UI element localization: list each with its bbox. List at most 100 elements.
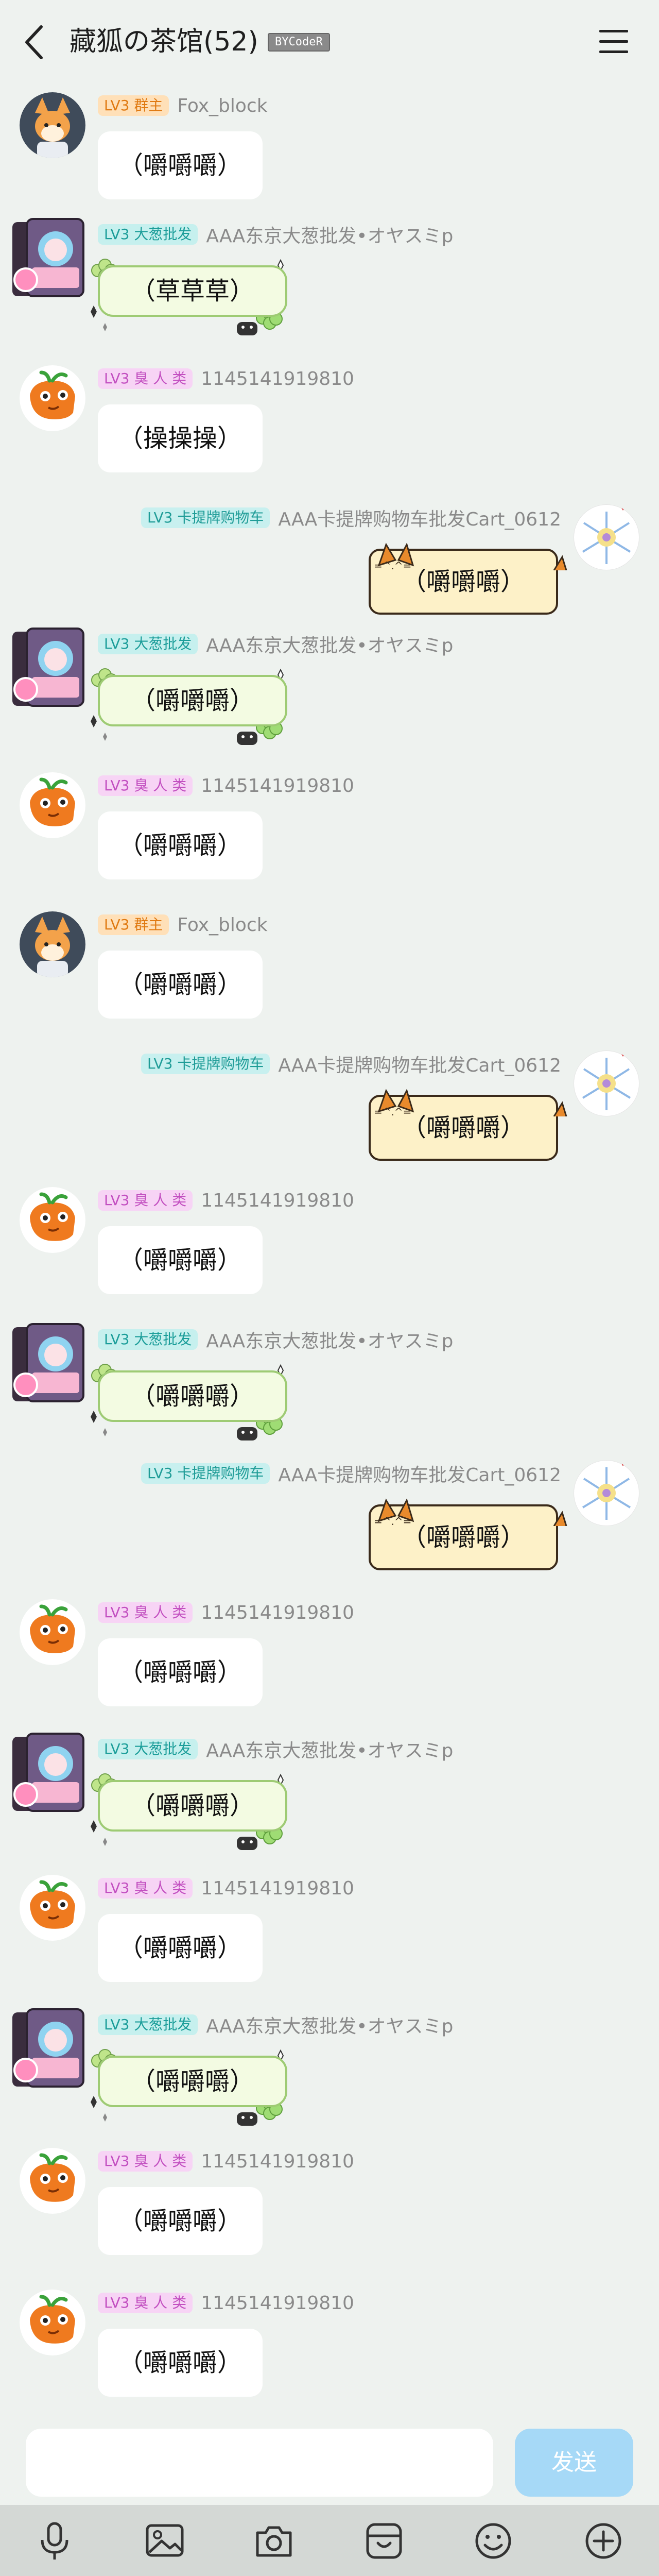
sender-meta: LV3 臭 人 类 1145141919810 — [98, 1600, 354, 1625]
level-badge: LV3 卡提牌购物车 — [141, 507, 270, 528]
level-badge: LV3 臭 人 类 — [98, 368, 193, 389]
avatar[interactable] — [574, 1460, 639, 1526]
title-badge: BYCodeR — [268, 33, 330, 52]
sender-meta: LV3 大葱批发 AAA东京大葱批发•オヤスミp — [98, 222, 453, 247]
sender-meta: LV3 臭 人 类 1145141919810 — [98, 366, 354, 391]
svg-text:=^.^=: =^.^= — [374, 1106, 411, 1116]
sender-meta: LV3 臭 人 类 1145141919810 — [98, 773, 354, 798]
sender-name[interactable]: AAA卡提牌购物车批发Cart_0612 — [278, 1050, 561, 1077]
avatar[interactable] — [20, 772, 85, 838]
menu-icon[interactable] — [597, 27, 630, 56]
level-badge: LV3 臭 人 类 — [98, 775, 193, 796]
svg-text:=^.^=: =^.^= — [374, 1515, 411, 1526]
sender-name[interactable]: AAA卡提牌购物车批发Cart_0612 — [278, 504, 561, 531]
message-input[interactable] — [26, 2429, 493, 2497]
sender-name[interactable]: 1145141919810 — [201, 1602, 354, 1623]
emoji-icon[interactable] — [473, 2520, 514, 2562]
avatar[interactable] — [20, 1599, 85, 1665]
send-button[interactable]: 发送 — [515, 2429, 633, 2497]
level-badge: LV3 群主 — [98, 914, 169, 935]
sender-name[interactable]: 1145141919810 — [201, 368, 354, 389]
avatar[interactable] — [20, 1187, 85, 1253]
avatar[interactable] — [574, 504, 639, 570]
message-bubble[interactable]: （嚼嚼嚼） — [98, 2329, 263, 2397]
message-bubble[interactable]: （嚼嚼嚼） — [98, 2056, 288, 2107]
sender-name[interactable]: 1145141919810 — [201, 1190, 354, 1211]
level-badge: LV3 臭 人 类 — [98, 2293, 193, 2313]
sender-name[interactable]: Fox_block — [177, 95, 267, 116]
message-bubble[interactable]: （嚼嚼嚼） — [98, 1370, 288, 1422]
image-icon[interactable] — [144, 2520, 185, 2562]
sender-meta: LV3 卡提牌购物车 AAA卡提牌购物车批发Cart_0612 — [141, 1052, 561, 1076]
sender-meta: LV3 臭 人 类 1145141919810 — [98, 2149, 354, 2174]
message-bubble[interactable]: （嚼嚼嚼） — [98, 1638, 263, 1706]
sender-meta: LV3 卡提牌购物车 AAA卡提牌购物车批发Cart_0612 — [141, 1461, 561, 1486]
camera-icon[interactable] — [253, 2520, 294, 2562]
bottom-toolbar — [0, 2505, 659, 2576]
level-badge: LV3 大葱批发 — [98, 634, 198, 654]
avatar[interactable] — [20, 911, 85, 977]
message-bubble[interactable]: （嚼嚼嚼） — [98, 811, 263, 879]
level-badge: LV3 卡提牌购物车 — [141, 1054, 270, 1074]
level-badge: LV3 臭 人 类 — [98, 1878, 193, 1899]
level-badge: LV3 大葱批发 — [98, 2014, 198, 2035]
sender-meta: LV3 臭 人 类 1145141919810 — [98, 1188, 354, 1213]
send-button-label: 发送 — [551, 2449, 597, 2476]
sender-meta: LV3 臭 人 类 1145141919810 — [98, 2291, 354, 2315]
cat-bubble-decoration-icon: =^.^= — [373, 1080, 568, 1118]
cat-bubble-decoration-icon: =^.^= — [373, 1490, 568, 1528]
mic-icon[interactable] — [34, 2520, 75, 2562]
level-badge: LV3 臭 人 类 — [98, 1190, 193, 1211]
sender-name[interactable]: AAA东京大葱批发•オヤスミp — [206, 631, 453, 657]
sender-name[interactable]: 1145141919810 — [201, 775, 354, 796]
message-bubble[interactable]: （草草草） — [98, 265, 288, 317]
sender-name[interactable]: AAA东京大葱批发•オヤスミp — [206, 221, 453, 248]
chat-header: 藏狐の茶馆(52) BYCodeR — [0, 0, 659, 82]
message-bubble[interactable]: （嚼嚼嚼） — [98, 1226, 263, 1294]
sender-name[interactable]: 1145141919810 — [201, 2293, 354, 2314]
sender-meta: LV3 卡提牌购物车 AAA卡提牌购物车批发Cart_0612 — [141, 505, 561, 530]
sender-name[interactable]: Fox_block — [177, 914, 267, 936]
sender-meta: LV3 大葱批发 AAA东京大葱批发•オヤスミp — [98, 2012, 453, 2037]
sender-meta: LV3 大葱批发 AAA东京大葱批发•オヤスミp — [98, 632, 453, 656]
message-bubble[interactable]: （操操操） — [98, 404, 263, 472]
avatar[interactable] — [20, 92, 85, 158]
sender-name[interactable]: AAA东京大葱批发•オヤスミp — [206, 1326, 453, 1353]
chat-title[interactable]: 藏狐の茶馆(52) — [70, 24, 258, 60]
message-bubble[interactable]: （嚼嚼嚼） — [98, 951, 263, 1019]
level-badge: LV3 卡提牌购物车 — [141, 1463, 270, 1484]
avatar[interactable] — [11, 218, 92, 300]
message-bubble[interactable]: （嚼嚼嚼） — [98, 675, 288, 726]
level-badge: LV3 臭 人 类 — [98, 1602, 193, 1623]
sender-name[interactable]: 1145141919810 — [201, 1878, 354, 1899]
plus-icon[interactable] — [583, 2520, 624, 2562]
avatar[interactable] — [11, 1733, 92, 1815]
level-badge: LV3 大葱批发 — [98, 224, 198, 245]
sticker-icon[interactable] — [363, 2520, 405, 2562]
sender-name[interactable]: AAA东京大葱批发•オヤスミp — [206, 2011, 453, 2038]
avatar[interactable] — [11, 628, 92, 710]
back-arrow-icon[interactable] — [21, 23, 49, 62]
avatar[interactable] — [20, 1875, 85, 1941]
sender-name[interactable]: AAA东京大葱批发•オヤスミp — [206, 1736, 453, 1762]
avatar[interactable] — [20, 2148, 85, 2214]
avatar[interactable] — [11, 2008, 92, 2091]
level-badge: LV3 大葱批发 — [98, 1739, 198, 1759]
sender-meta: LV3 大葱批发 AAA东京大葱批发•オヤスミp — [98, 1737, 453, 1761]
message-bubble[interactable]: （嚼嚼嚼） — [98, 131, 263, 199]
sender-name[interactable]: 1145141919810 — [201, 2151, 354, 2172]
sender-meta: LV3 大葱批发 AAA东京大葱批发•オヤスミp — [98, 1327, 453, 1352]
sender-name[interactable]: AAA卡提牌购物车批发Cart_0612 — [278, 1460, 561, 1487]
sender-meta: LV3 群主 Fox_block — [98, 93, 268, 118]
avatar[interactable] — [11, 1323, 92, 1405]
avatar[interactable] — [574, 1050, 639, 1116]
message-bubble[interactable]: （嚼嚼嚼） — [98, 1914, 263, 1982]
svg-text:=^.^=: =^.^= — [374, 560, 411, 570]
level-badge: LV3 臭 人 类 — [98, 2151, 193, 2172]
message-bubble[interactable]: （嚼嚼嚼） — [98, 2187, 263, 2255]
avatar[interactable] — [20, 2290, 85, 2355]
message-bubble[interactable]: （嚼嚼嚼） — [98, 1780, 288, 1832]
level-badge: LV3 群主 — [98, 95, 169, 116]
sender-meta: LV3 臭 人 类 1145141919810 — [98, 1876, 354, 1901]
avatar[interactable] — [20, 365, 85, 431]
